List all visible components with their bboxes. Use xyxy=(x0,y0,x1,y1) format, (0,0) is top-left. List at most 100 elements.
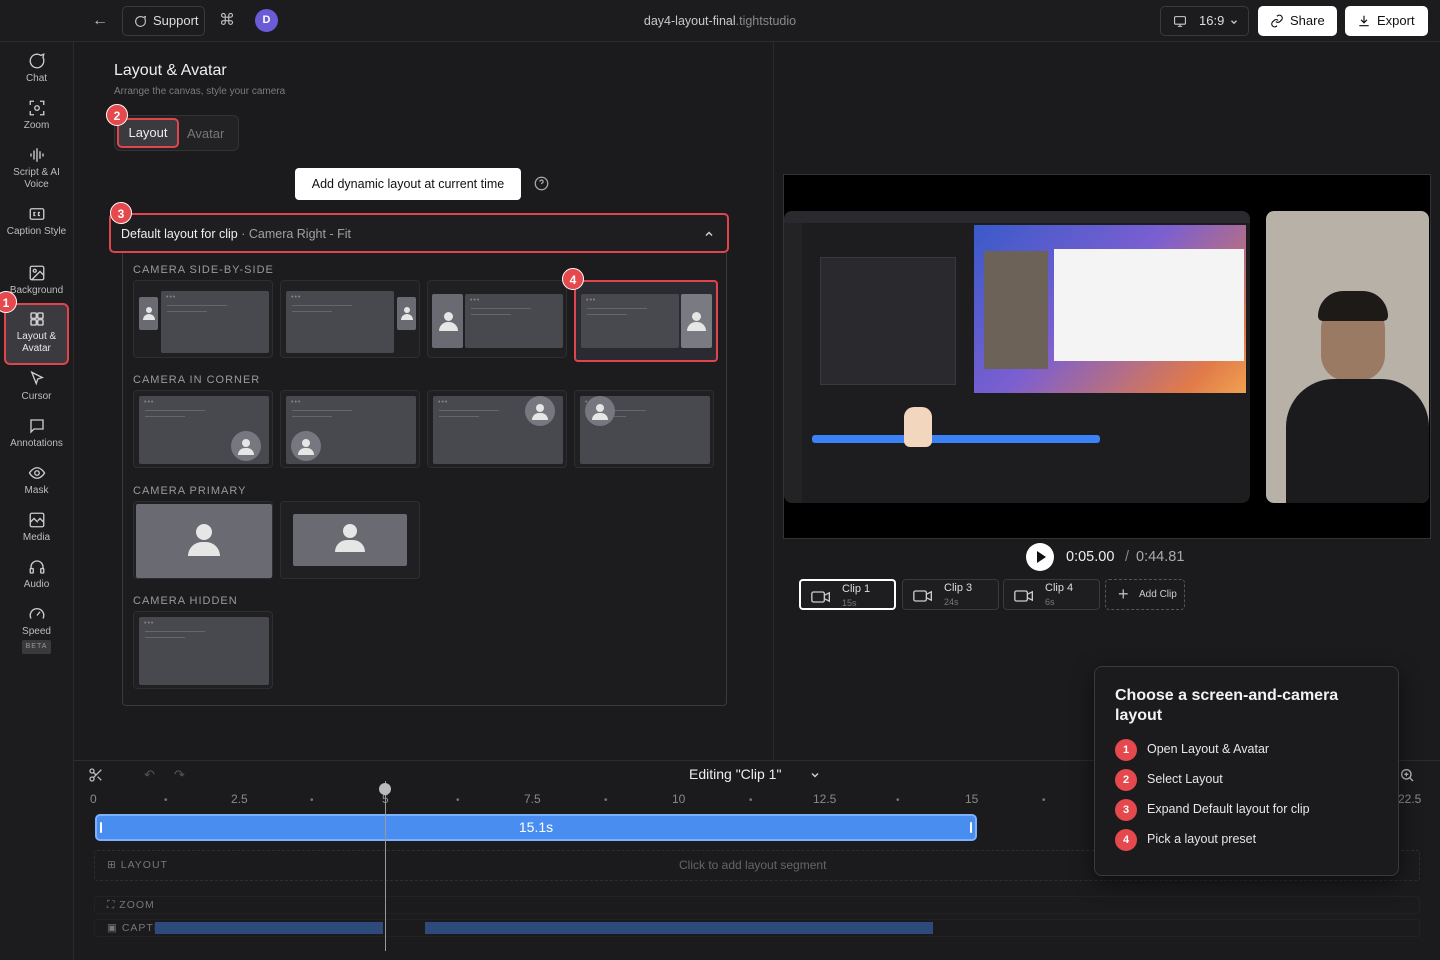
sidebar-item-layout-avatar[interactable]: Layout & Avatar xyxy=(4,303,69,365)
cursor-icon xyxy=(29,370,44,386)
share-button[interactable]: Share xyxy=(1258,6,1337,36)
cc-icon xyxy=(29,208,44,220)
top-bar: ← Support ⌘ D day4-layout-final.tightstu… xyxy=(0,0,1440,42)
default-layout-dropdown[interactable]: Default layout for clip · Camera Right -… xyxy=(109,213,729,253)
step-number: 1 xyxy=(1115,739,1137,761)
video-camera-icon xyxy=(913,590,932,602)
camera-thumb xyxy=(293,514,407,566)
help-icon[interactable] xyxy=(534,176,549,191)
play-button[interactable] xyxy=(1026,543,1054,571)
sidebar-item-annotations[interactable]: Annotations xyxy=(4,417,69,450)
clip-name: Clip 4 xyxy=(1045,582,1074,594)
section-corner: CAMERA IN CORNER xyxy=(133,374,261,386)
tooltip-step-2: 2 Select Layout xyxy=(1115,768,1223,791)
chevron-up-icon xyxy=(705,231,713,237)
screen-thumb: ••• xyxy=(581,294,679,348)
undo-icon[interactable]: ↶ xyxy=(144,767,155,783)
editing-clip-label[interactable]: Editing "Clip 1" xyxy=(689,766,781,782)
preset-camera-left[interactable]: ••• xyxy=(133,280,273,358)
preview-camera xyxy=(1266,211,1429,503)
time-separator: / xyxy=(1125,549,1130,565)
preview-screen-recording xyxy=(784,211,1250,503)
preset-camera-full[interactable] xyxy=(133,501,273,579)
add-dynamic-layout-button[interactable]: Add dynamic layout at current time xyxy=(295,168,521,200)
section-side-by-side: CAMERA SIDE-BY-SIDE xyxy=(133,264,274,276)
clip-duration: 15s xyxy=(842,598,857,608)
back-arrow-icon[interactable]: ← xyxy=(90,11,110,31)
current-time: 0:05.00 xyxy=(1066,549,1115,565)
tab-layout[interactable]: Layout xyxy=(117,118,179,148)
caption-segment[interactable] xyxy=(155,922,383,934)
trim-handle-left[interactable] xyxy=(100,822,102,833)
screen-thumb: ••• xyxy=(139,617,269,685)
track-duration: 15.1s xyxy=(518,819,554,835)
sidebar-item-script[interactable]: Script & AI Voice xyxy=(4,146,69,191)
camera-thumb xyxy=(681,294,712,348)
step-number: 3 xyxy=(1115,799,1137,821)
beta-badge: BETA xyxy=(21,640,52,654)
layout-presets: CAMERA SIDE-BY-SIDE ••• ••• ••• ••• CAME… xyxy=(122,253,727,706)
tick-label: 0 xyxy=(90,792,97,806)
command-icon[interactable]: ⌘ xyxy=(219,10,235,30)
preset-corner-top-left[interactable]: ••• xyxy=(574,390,714,468)
layout-panel: Layout & Avatar Arrange the canvas, styl… xyxy=(74,42,774,760)
caption-row[interactable]: ▣ CAPTION xyxy=(94,919,1420,937)
preset-corner-bottom-right[interactable]: ••• xyxy=(133,390,273,468)
clip-tab-3[interactable]: Clip 3 24s xyxy=(902,579,999,610)
preset-camera-right[interactable]: ••• xyxy=(280,280,420,358)
preset-camera-right-fit[interactable]: ••• xyxy=(574,280,718,362)
redo-icon[interactable]: ↷ xyxy=(174,767,185,783)
zoom-row[interactable]: ⛶ ZOOM xyxy=(94,896,1420,914)
tab-avatar[interactable]: Avatar xyxy=(187,126,224,141)
tick-dot: • xyxy=(604,795,608,806)
camera-thumb xyxy=(139,297,158,330)
export-button[interactable]: Export xyxy=(1345,6,1428,36)
screen-thumb: ••• xyxy=(465,294,563,348)
support-button[interactable]: Support xyxy=(122,6,205,36)
sidebar-item-caption-style[interactable]: Caption Style xyxy=(4,205,69,238)
add-clip-button[interactable]: Add Clip xyxy=(1105,579,1185,610)
playhead[interactable] xyxy=(379,781,391,951)
user-avatar[interactable]: D xyxy=(255,9,278,32)
aspect-ratio-select[interactable]: 16:9 xyxy=(1160,6,1249,36)
video-camera-icon xyxy=(1014,590,1033,602)
sidebar-item-mask[interactable]: Mask xyxy=(4,464,69,497)
camera-thumb xyxy=(432,294,463,348)
preset-screen-only[interactable]: ••• xyxy=(133,611,273,689)
section-hidden: CAMERA HIDDEN xyxy=(133,595,238,607)
grid-icon: ⊞ xyxy=(107,859,117,871)
tick-dot: • xyxy=(310,795,314,806)
chevron-down-icon[interactable] xyxy=(809,769,821,781)
step-badge-3: 3 xyxy=(110,202,132,224)
preset-corner-bottom-left[interactable]: ••• xyxy=(280,390,420,468)
sidebar-item-audio[interactable]: Audio xyxy=(4,558,69,591)
sidebar-item-cursor[interactable]: Cursor xyxy=(4,370,69,403)
clip-track[interactable]: 15.1s xyxy=(95,814,977,841)
download-icon xyxy=(1359,15,1369,27)
video-preview[interactable] xyxy=(783,174,1431,539)
sidebar-item-chat[interactable]: Chat xyxy=(4,52,69,85)
chevron-down-icon xyxy=(1231,20,1237,25)
preset-camera-centered[interactable] xyxy=(280,501,420,579)
sidebar-label: Audio xyxy=(23,579,50,590)
clip-tab-1[interactable]: Clip 1 15s xyxy=(799,579,896,610)
sidebar-item-media[interactable]: Media xyxy=(4,511,69,544)
sidebar-item-speed[interactable]: Speed BETA xyxy=(4,605,69,654)
scissors-icon[interactable] xyxy=(88,767,104,783)
headphones-icon xyxy=(29,560,44,574)
clip-tab-4[interactable]: Clip 4 6s xyxy=(1003,579,1100,610)
tick-dot: • xyxy=(164,795,168,806)
preset-corner-top-right[interactable]: ••• xyxy=(427,390,567,468)
step-badge-4: 4 xyxy=(562,268,584,290)
monitor-icon xyxy=(1174,16,1186,27)
caption-segment[interactable] xyxy=(425,922,933,934)
preset-camera-left-fit[interactable]: ••• xyxy=(427,280,567,358)
sidebar-label: Mask xyxy=(24,485,49,496)
clip-duration: 24s xyxy=(944,597,959,607)
zoom-icon xyxy=(29,100,44,116)
trim-handle-right[interactable] xyxy=(970,822,972,833)
project-extension: .tightstudio xyxy=(735,14,797,28)
sidebar-item-background[interactable]: Background xyxy=(4,264,69,297)
sidebar-item-zoom[interactable]: Zoom xyxy=(4,99,69,132)
zoom-in-icon[interactable] xyxy=(1399,767,1415,783)
